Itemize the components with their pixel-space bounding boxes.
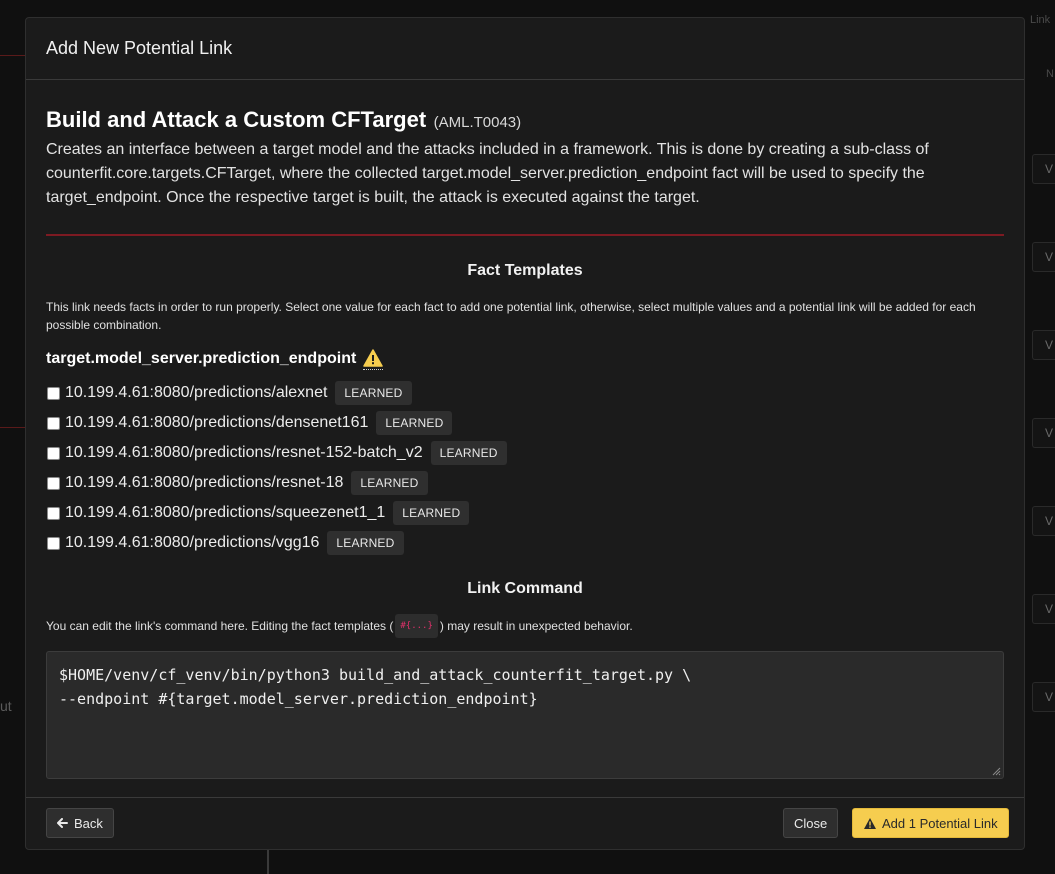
fact-option-checkbox[interactable] <box>47 386 60 400</box>
background-view-button: V <box>1032 506 1055 536</box>
fact-option-checkbox[interactable] <box>47 536 60 550</box>
close-button-label: Close <box>794 815 828 831</box>
fact-option[interactable]: 10.199.4.61:8080/predictions/densenet161… <box>46 408 1004 438</box>
learned-badge: LEARNED <box>335 381 412 405</box>
link-command-help-text: ) may result in unexpected behavior. <box>439 619 633 633</box>
fact-template-code: #{...} <box>395 614 438 638</box>
add-potential-link-button[interactable]: Add 1 Potential Link <box>852 808 1009 838</box>
ability-technique-id: (AML.T0043) <box>433 114 522 131</box>
background-view-button: V <box>1032 594 1055 624</box>
fact-templates-heading: Fact Templates <box>467 262 583 279</box>
background-view-button: V <box>1032 242 1055 272</box>
modal-body: Build and Attack a Custom CFTarget (AML.… <box>26 80 1024 797</box>
fact-option[interactable]: 10.199.4.61:8080/predictions/resnet-18 L… <box>46 468 1004 498</box>
warning-icon <box>863 817 877 830</box>
fact-templates-help: This link needs facts in order to run pr… <box>46 300 976 332</box>
background-right-header: Link <box>1030 14 1051 26</box>
learned-badge: LEARNED <box>327 531 404 555</box>
close-button[interactable]: Close <box>783 808 839 838</box>
fact-option[interactable]: 10.199.4.61:8080/predictions/vgg16 LEARN… <box>46 528 1004 558</box>
background-right-label: N <box>1046 68 1054 80</box>
fact-option-checkbox[interactable] <box>47 446 60 460</box>
fact-option-checkbox[interactable] <box>47 506 60 520</box>
section-divider <box>46 234 1004 236</box>
fact-option-label[interactable]: 10.199.4.61:8080/predictions/squeezenet1… <box>65 504 385 522</box>
learned-badge: LEARNED <box>430 441 507 465</box>
resize-handle-icon[interactable] <box>991 766 1001 776</box>
background-divider <box>0 427 25 428</box>
background-view-button: V <box>1032 682 1055 712</box>
background-view-button: V <box>1032 330 1055 360</box>
background-view-button: V <box>1032 154 1055 184</box>
modal-title: Add New Potential Link <box>46 38 233 58</box>
fact-option-label[interactable]: 10.199.4.61:8080/predictions/resnet-152-… <box>65 444 423 462</box>
modal-footer: Back Close Add 1 Potential Link <box>26 797 1024 849</box>
fact-value-list: 10.199.4.61:8080/predictions/alexnet LEA… <box>46 378 1004 558</box>
modal-header: Add New Potential Link <box>26 18 1024 80</box>
learned-badge: LEARNED <box>393 501 470 525</box>
fact-option[interactable]: 10.199.4.61:8080/predictions/squeezenet1… <box>46 498 1004 528</box>
fact-option-checkbox[interactable] <box>47 416 60 430</box>
link-command-text[interactable]: $HOME/venv/cf_venv/bin/python3 build_and… <box>59 666 691 708</box>
fact-option[interactable]: 10.199.4.61:8080/predictions/resnet-152-… <box>46 438 1004 468</box>
back-button-label: Back <box>74 815 103 831</box>
back-button[interactable]: Back <box>46 808 114 838</box>
ability-description: Creates an interface between a target mo… <box>46 141 929 206</box>
ability-title-row: Build and Attack a Custom CFTarget (AML.… <box>46 107 1004 135</box>
add-potential-link-label: Add 1 Potential Link <box>882 815 998 831</box>
fact-option-label[interactable]: 10.199.4.61:8080/predictions/vgg16 <box>65 534 319 552</box>
background-view-button: V <box>1032 418 1055 448</box>
background-text-fragment: ut <box>0 698 12 714</box>
add-potential-link-modal: Add New Potential Link Build and Attack … <box>25 17 1025 850</box>
fact-name-row: target.model_server.prediction_endpoint <box>46 348 1004 370</box>
fact-option-label[interactable]: 10.199.4.61:8080/predictions/resnet-18 <box>65 474 343 492</box>
learned-badge: LEARNED <box>351 471 428 495</box>
ability-title: Build and Attack a Custom CFTarget <box>46 107 427 132</box>
fact-option-label[interactable]: 10.199.4.61:8080/predictions/densenet161 <box>65 414 368 432</box>
link-command-textarea[interactable]: $HOME/venv/cf_venv/bin/python3 build_and… <box>46 651 1004 779</box>
fact-name: target.model_server.prediction_endpoint <box>46 350 357 367</box>
fact-option[interactable]: 10.199.4.61:8080/predictions/alexnet LEA… <box>46 378 1004 408</box>
link-command-help: You can edit the link's command here. Ed… <box>46 614 1004 638</box>
fact-option-checkbox[interactable] <box>47 476 60 490</box>
background-vertical-line <box>267 850 269 874</box>
warning-icon[interactable] <box>363 348 384 370</box>
fact-option-label[interactable]: 10.199.4.61:8080/predictions/alexnet <box>65 384 327 402</box>
background-divider <box>0 55 25 56</box>
arrow-left-icon <box>57 816 68 831</box>
link-command-heading: Link Command <box>467 580 583 597</box>
learned-badge: LEARNED <box>376 411 453 435</box>
link-command-help-text: You can edit the link's command here. Ed… <box>46 619 394 633</box>
